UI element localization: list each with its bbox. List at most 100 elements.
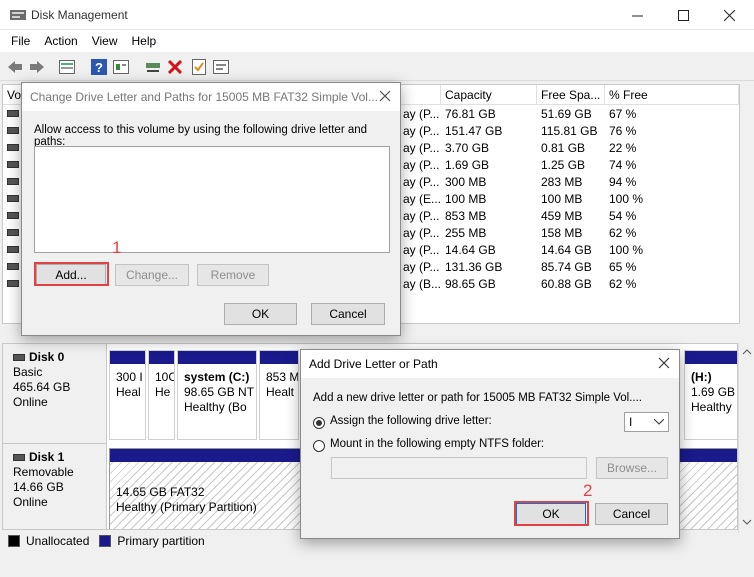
volume-percent-free: 62 % [609, 226, 637, 240]
volume-free-space: 459 MB [541, 209, 583, 223]
disk-0-partition-system-c[interactable]: system (C:) 98.65 GB NT Healthy (Bo [177, 350, 257, 440]
close-window-button[interactable] [706, 0, 752, 30]
volume-percent-free: 67 % [609, 107, 637, 121]
mount-folder-radio[interactable] [313, 440, 325, 452]
volume-capacity: 100 MB [445, 192, 487, 206]
drive-icon [7, 229, 19, 236]
change-dialog-close-icon[interactable] [378, 89, 392, 103]
drive-letter-value: I [629, 415, 633, 429]
help-icon: ? [91, 59, 107, 75]
disk-1-label[interactable]: Disk 1 Removable 14.66 GB Online [3, 444, 107, 529]
list-view-button[interactable] [58, 58, 76, 76]
connect-icon [146, 63, 160, 72]
toolbar: ? [0, 53, 754, 81]
disk-0-status: Online [13, 395, 48, 409]
back-arrow-icon [8, 61, 22, 73]
drive-icon [7, 263, 19, 270]
connect-button[interactable] [144, 58, 162, 76]
disk-0-partition-h[interactable]: (H:) 1.69 GB Healthy [684, 350, 737, 440]
change-dialog-prompt: Allow access to this volume by using the… [34, 124, 368, 148]
change-dialog-cancel-button[interactable]: Cancel [311, 303, 385, 325]
list-view-icon [59, 60, 75, 74]
settings-button[interactable] [212, 58, 230, 76]
volume-free-space: 100 MB [541, 192, 583, 206]
menu-action[interactable]: Action [37, 30, 84, 52]
volume-free-space: 0.81 GB [541, 141, 586, 155]
step-2-highlight [514, 501, 589, 526]
disk-1-partition-status: Healthy (Primary Partition) [116, 500, 257, 514]
browse-button[interactable]: Browse... [596, 457, 668, 479]
disk-0-name: Disk 0 [29, 350, 65, 364]
check-button[interactable] [190, 58, 208, 76]
volume-status: ay (P... [403, 209, 440, 223]
volume-status: ay (P... [403, 243, 440, 257]
drive-letter-select[interactable]: I [624, 412, 669, 432]
volume-capacity: 76.81 GB [445, 107, 496, 121]
drive-icon [7, 110, 19, 117]
disk-map-scrollbar[interactable] [738, 343, 754, 533]
column-header-free-space[interactable]: Free Spa... [537, 85, 605, 105]
delete-button[interactable] [166, 58, 184, 76]
close-icon [723, 9, 735, 21]
legend-unallocated-swatch [8, 535, 20, 547]
menu-view[interactable]: View [85, 30, 125, 52]
drive-icon [7, 246, 19, 253]
volume-capacity: 1.69 GB [445, 158, 490, 172]
volume-status: ay (P... [403, 141, 440, 155]
volume-percent-free: 65 % [609, 260, 637, 274]
disk-0-partition-4[interactable]: 853 M Healt [259, 350, 299, 440]
column-header-percent-free[interactable]: % Free [605, 85, 739, 105]
maximize-button[interactable] [660, 0, 706, 30]
disk-0-type: Basic [13, 365, 43, 379]
drive-paths-list[interactable] [34, 146, 390, 253]
volume-capacity: 853 MB [445, 209, 487, 223]
volume-percent-free: 94 % [609, 175, 637, 189]
disk-0-size: 465.64 GB [13, 380, 71, 394]
title-bar: Disk Management [0, 0, 754, 30]
legend-primary-swatch [99, 535, 112, 547]
chevron-down-icon [654, 419, 664, 425]
volume-free-space: 283 MB [541, 175, 583, 189]
legend-unallocated-label: Unallocated [26, 534, 90, 548]
folder-path-input[interactable] [331, 457, 587, 479]
disk-1-size: 14.66 GB [13, 480, 64, 494]
column-header-capacity[interactable]: Capacity [441, 85, 537, 105]
change-dialog-ok-button[interactable]: OK [224, 303, 297, 325]
back-button[interactable] [6, 58, 24, 76]
forward-button[interactable] [28, 58, 46, 76]
remove-button[interactable]: Remove [197, 264, 269, 286]
volume-status: ay (P... [403, 226, 440, 240]
add-dialog-close-icon[interactable] [657, 356, 671, 370]
volume-free-space: 60.88 GB [541, 277, 592, 291]
step-2-label: 2 [583, 481, 593, 500]
window-title: Disk Management [31, 8, 128, 22]
change-button[interactable]: Change... [115, 264, 189, 286]
volume-free-space: 85.74 GB [541, 260, 592, 274]
disk-1-type: Removable [13, 465, 74, 479]
add-dialog-cancel-button[interactable]: Cancel [595, 503, 668, 525]
disk-icon [13, 454, 25, 461]
disk-0-partition-2[interactable]: 10C He [148, 350, 175, 440]
disk-0-partition-1[interactable]: 300 I Heal [109, 350, 146, 440]
minimize-button[interactable] [614, 0, 660, 30]
add-dialog-prompt: Add a new drive letter or path for 15005… [313, 392, 642, 404]
menu-help[interactable]: Help [125, 30, 164, 52]
disk-0-label[interactable]: Disk 0 Basic 465.64 GB Online [3, 344, 107, 444]
disk-1-partition-size: 14.65 GB FAT32 [116, 485, 205, 499]
assign-letter-radio[interactable] [313, 417, 325, 429]
volume-capacity: 151.47 GB [445, 124, 503, 138]
disk-1-name: Disk 1 [29, 450, 65, 464]
disk-1-status: Online [13, 495, 48, 509]
add-drive-letter-dialog: Add Drive Letter or Path Add a new drive… [300, 349, 680, 539]
menu-file[interactable]: File [4, 30, 37, 52]
volume-capacity: 300 MB [445, 175, 487, 189]
minimize-icon [631, 15, 643, 16]
volume-status: ay (P... [403, 124, 440, 138]
volume-free-space: 1.25 GB [541, 158, 586, 172]
help-button[interactable]: ? [90, 58, 108, 76]
properties-button[interactable] [112, 58, 130, 76]
volume-capacity: 98.65 GB [445, 277, 496, 291]
drive-icon [7, 127, 19, 134]
volume-status: ay (B... [403, 277, 442, 291]
change-drive-letter-dialog: Change Drive Letter and Paths for 15005 … [21, 82, 401, 336]
